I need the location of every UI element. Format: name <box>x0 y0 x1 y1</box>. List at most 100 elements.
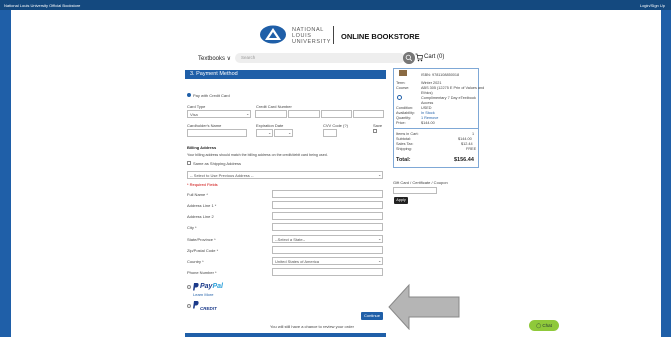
card-number-field-3[interactable] <box>321 110 352 118</box>
full-name-input[interactable] <box>272 190 383 198</box>
chevron-down-icon: ⌄ <box>288 130 292 135</box>
city-input[interactable] <box>272 223 383 231</box>
course-value-2: Ethics) <box>421 91 433 95</box>
billing-address-title: Billing Address <box>187 145 217 150</box>
chat-button[interactable]: ◯ Chat <box>529 320 559 331</box>
state-label: State/Province * <box>187 237 216 242</box>
login-signup-link[interactable]: Login/Sign Up <box>640 3 665 8</box>
card-number-field-2[interactable] <box>288 110 320 118</box>
pay-credit-label: Pay with Credit Card <box>193 93 230 98</box>
phone-input[interactable] <box>272 268 383 276</box>
term-value: Winter 2021 <box>421 81 442 85</box>
card-type-label: Card Type <box>187 104 206 109</box>
paypal-credit-logo-icon <box>193 301 199 309</box>
top-bar: National Louis University Official Books… <box>0 0 671 10</box>
gift-card-input[interactable] <box>393 187 437 194</box>
store-official-label: National Louis University Official Books… <box>4 3 81 8</box>
university-logo-icon <box>260 25 286 44</box>
address1-input[interactable] <box>272 201 383 209</box>
textbooks-menu[interactable]: Textbooks ∨ <box>198 55 231 62</box>
order-summary-panel: ISBN: 9781108850018 Term: Winter 2021 Co… <box>393 68 484 168</box>
subtotal-label: Subtotal: <box>396 137 411 141</box>
chevron-down-icon: ⌄ <box>378 258 382 263</box>
university-logo-text: NATIONAL LOUIS UNIVERSITY <box>292 27 332 45</box>
address2-input[interactable] <box>272 212 383 220</box>
card-number-label: Credit Card Number <box>256 104 292 109</box>
save-card-checkbox[interactable] <box>373 129 377 133</box>
paypal-learn-more-link[interactable]: Learn More <box>193 292 213 297</box>
logo-divider <box>333 26 334 44</box>
availability-label: Availability: <box>396 111 415 115</box>
gift-card-label: Gift Card / Certificate / Coupon <box>393 180 448 185</box>
chat-icon: ◯ <box>536 323 542 328</box>
payment-method-header: 3. Payment Method <box>185 70 386 79</box>
address2-label: Address Line 2 <box>187 214 214 219</box>
pay-credit-radio[interactable] <box>187 93 191 97</box>
price-value: $144.00 <box>421 121 435 125</box>
chevron-down-icon: ⌄ <box>378 236 382 241</box>
zip-input[interactable] <box>272 246 383 254</box>
items-in-cart-label: Items in Cart: <box>396 132 419 136</box>
chevron-down-icon: ⌄ <box>378 172 382 177</box>
chevron-down-icon: ⌄ <box>268 130 272 135</box>
cart-icon[interactable] <box>415 53 423 62</box>
textbook-thumbnail <box>399 70 407 76</box>
cardholder-name-input[interactable] <box>187 129 247 137</box>
tax-value: $12.44 <box>461 142 473 146</box>
review-section-header <box>185 333 386 337</box>
chevron-down-icon: ⌄ <box>246 111 250 116</box>
condition-label: Condition: <box>396 106 414 110</box>
search-input[interactable]: Search <box>235 53 405 63</box>
shipping-label: Shipping: <box>396 147 412 151</box>
cvv-input[interactable] <box>323 129 337 137</box>
card-number-field-4[interactable] <box>353 110 384 118</box>
zip-label: Zip/Postal Code * <box>187 248 219 253</box>
course-value-1: ABS 305 (12275 E Prin of Values and <box>421 86 485 90</box>
paypal-logo-icon <box>193 283 199 291</box>
card-number-field-1[interactable] <box>255 110 287 118</box>
apply-button[interactable]: Apply <box>394 197 408 204</box>
cvv-label: CVV Code (?) <box>323 123 348 128</box>
cardholder-label: Cardholder's Name <box>187 123 222 128</box>
item-isbn: ISBN: 9781108850018 <box>421 73 460 77</box>
same-as-shipping-checkbox[interactable] <box>187 161 191 165</box>
required-fields-note: * Required Fields <box>187 182 218 187</box>
search-icon[interactable] <box>403 52 415 64</box>
condition-value: USED <box>421 106 432 110</box>
availability-value: In Stock <box>421 111 435 115</box>
store-title: ONLINE BOOKSTORE <box>341 32 420 41</box>
info-icon[interactable] <box>397 95 402 100</box>
billing-note: Your billing address should match the bi… <box>187 153 328 157</box>
save-card-label: Save <box>373 123 383 128</box>
paypal-credit-logo[interactable]: CREDIT <box>200 306 217 311</box>
phone-label: Phone Number * <box>187 270 217 275</box>
tax-label: Sales Tax: <box>396 142 414 146</box>
full-name-label: Full Name * <box>187 192 208 197</box>
items-count: 1 <box>472 132 475 136</box>
paypal-logo[interactable]: PayPal <box>200 283 223 290</box>
shipping-value: FREE <box>466 147 477 151</box>
panel-divider <box>394 128 478 129</box>
quantity-label: Quantity: <box>396 116 412 120</box>
address1-label: Address Line 1 * <box>187 203 217 208</box>
same-as-shipping-label: Same as Shipping Address <box>193 161 242 166</box>
total-value: $156.44 <box>454 157 474 163</box>
chat-label: Chat <box>542 323 552 328</box>
course-value-4: Access <box>421 101 434 105</box>
cart-link[interactable]: Cart (0) <box>424 54 444 60</box>
course-label: Course: <box>396 86 410 90</box>
course-value-3: Complimentary 7 Day eTextbook <box>421 96 476 100</box>
country-label: Country * <box>187 259 204 264</box>
previous-address-select[interactable]: -- Select to Use Previous Address -- <box>187 171 383 179</box>
country-select[interactable]: United States of America <box>272 257 383 265</box>
term-label: Term: <box>396 81 406 85</box>
paypal-credit-radio[interactable] <box>187 304 191 308</box>
price-label: Price: <box>396 121 406 125</box>
continue-button[interactable]: Continue <box>361 312 383 320</box>
subtotal-value: $144.00 <box>458 137 472 141</box>
city-label: City * <box>187 225 197 230</box>
card-type-select[interactable]: Visa <box>187 110 251 118</box>
remove-link[interactable]: 1 Remove <box>421 116 438 120</box>
paypal-radio[interactable] <box>187 285 191 289</box>
state-select[interactable]: --Select a State-- <box>272 235 383 243</box>
